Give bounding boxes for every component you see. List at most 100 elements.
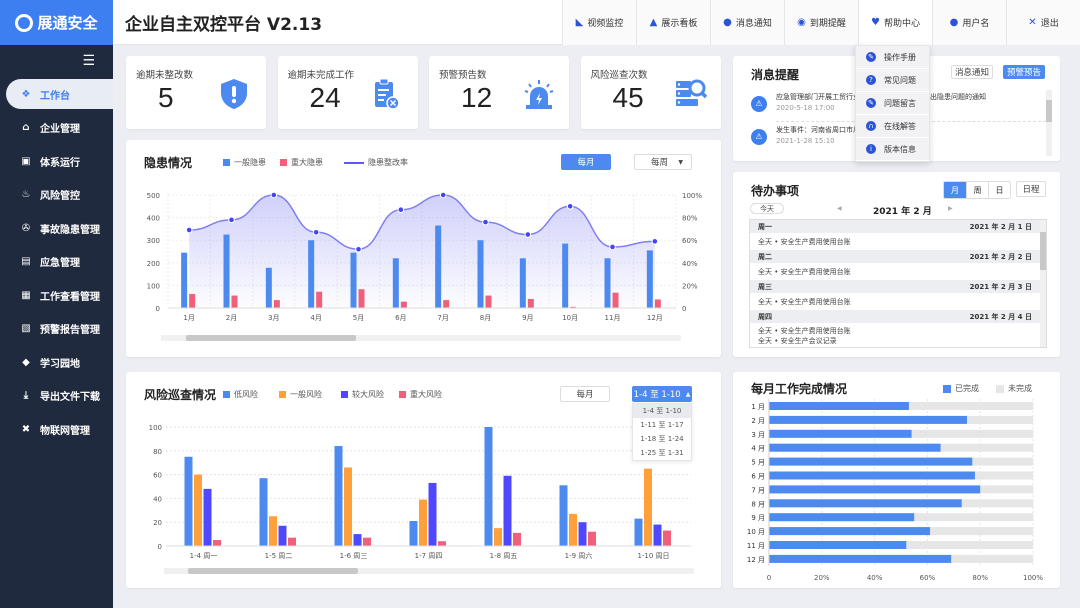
bar-major-risk[interactable] bbox=[513, 532, 521, 546]
scroll-thumb[interactable] bbox=[1039, 232, 1046, 270]
bar-major-risk[interactable] bbox=[663, 530, 671, 546]
sidebar-item-11[interactable]: ✖ 物联网管理 bbox=[0, 414, 113, 444]
bar-general-risk[interactable] bbox=[344, 467, 352, 546]
rate-point[interactable] bbox=[439, 191, 447, 199]
bar-low-risk[interactable] bbox=[259, 478, 268, 546]
legend-general-hazard[interactable]: 一般隐患 bbox=[223, 157, 266, 168]
legend-rectification-rate[interactable]: 隐患整改率 bbox=[344, 157, 408, 168]
bar-completed[interactable] bbox=[769, 554, 952, 563]
rate-point[interactable] bbox=[609, 243, 616, 251]
bar-major-hazard[interactable] bbox=[358, 289, 365, 308]
help-menu-item-3[interactable]: ✎ 问题留言 bbox=[856, 92, 929, 115]
bar-general-hazard[interactable] bbox=[265, 267, 272, 308]
agenda-event[interactable]: 全天 • 安全生产费用使用台账 bbox=[758, 237, 851, 247]
bar-completed[interactable] bbox=[769, 402, 909, 410]
bar-general-hazard[interactable] bbox=[435, 225, 442, 308]
bar-completed[interactable] bbox=[769, 429, 912, 438]
bar-general-hazard[interactable] bbox=[350, 252, 357, 308]
monthly-button[interactable]: 每月 bbox=[561, 154, 611, 170]
scroll-thumb[interactable] bbox=[186, 335, 356, 341]
notice-button[interactable]: 消息通知 bbox=[951, 65, 993, 79]
legend-risk-1[interactable]: 低风险 bbox=[223, 389, 258, 400]
bar-low-risk[interactable] bbox=[184, 456, 193, 546]
bar-completed[interactable] bbox=[769, 415, 967, 424]
nav-item-1[interactable]: ◣ 视频监控 bbox=[562, 0, 636, 45]
bar-low-risk[interactable] bbox=[559, 485, 568, 546]
bar-major-risk[interactable] bbox=[588, 531, 596, 546]
monthly-button[interactable]: 每月 bbox=[560, 386, 610, 402]
bar-general-hazard[interactable] bbox=[392, 258, 399, 308]
sidebar-item-10[interactable]: ⤓ 导出文件下载 bbox=[0, 381, 113, 411]
week-range-select[interactable]: 1-4 至 1-10 ▲ bbox=[632, 386, 692, 402]
stat-card-2[interactable]: 逾期未完成工作 24 bbox=[277, 56, 418, 129]
week-range-option[interactable]: 1-11 至 1-17 bbox=[633, 418, 691, 432]
bar-major-hazard[interactable] bbox=[231, 295, 238, 308]
sidebar-item-3[interactable]: ▣ 体系运行 bbox=[0, 146, 113, 176]
scroll-thumb[interactable] bbox=[1046, 100, 1052, 122]
tab-day[interactable]: 日 bbox=[988, 182, 1010, 198]
bar-major-hazard[interactable] bbox=[189, 293, 196, 308]
bar-general-risk[interactable] bbox=[494, 528, 502, 546]
tab-month[interactable]: 月 bbox=[944, 182, 966, 198]
agenda-event[interactable]: 全天 • 安全生产会议记录 bbox=[758, 336, 837, 346]
bar-completed[interactable] bbox=[769, 541, 907, 549]
legend-risk-3[interactable]: 较大风险 bbox=[341, 389, 384, 400]
bar-completed[interactable] bbox=[769, 513, 915, 522]
bar-general-risk[interactable] bbox=[569, 513, 577, 546]
sidebar-item-8[interactable]: ▧ 预警报告管理 bbox=[0, 314, 113, 344]
help-menu-item-1[interactable]: ✎ 操作手册 bbox=[856, 46, 929, 69]
agenda-scrollbar[interactable] bbox=[1039, 220, 1046, 347]
nav-item-6[interactable]: ● 用户名 bbox=[932, 0, 1006, 45]
bar-completed[interactable] bbox=[769, 527, 931, 536]
bar-low-risk[interactable] bbox=[634, 518, 643, 546]
sidebar-item-6[interactable]: ▤ 应急管理 bbox=[0, 247, 113, 277]
bar-major-hazard[interactable] bbox=[316, 291, 323, 308]
bar-major-hazard[interactable] bbox=[527, 298, 534, 308]
rate-point[interactable] bbox=[566, 203, 574, 210]
prev-month-icon[interactable]: ◀ bbox=[837, 205, 842, 212]
bar-high-risk[interactable] bbox=[653, 524, 662, 546]
sidebar-item-5[interactable]: ✇ 事故隐患管理 bbox=[0, 213, 113, 243]
sidebar-item-4[interactable]: ♨ 风险管控 bbox=[0, 180, 113, 210]
week-range-option[interactable]: 1-4 至 1-10 bbox=[633, 404, 691, 418]
legend-risk-2[interactable]: 一般风险 bbox=[279, 389, 322, 400]
agenda-event[interactable]: 全天 • 安全生产费用使用台账 bbox=[758, 297, 851, 307]
sidebar-item-9[interactable]: ◆ 学习园地 bbox=[0, 347, 113, 377]
bar-high-risk[interactable] bbox=[503, 475, 512, 546]
bar-completed[interactable] bbox=[769, 499, 962, 508]
bar-completed[interactable] bbox=[769, 457, 973, 466]
bar-major-hazard[interactable] bbox=[273, 300, 280, 308]
rate-point[interactable] bbox=[397, 206, 405, 213]
bar-general-hazard[interactable] bbox=[477, 240, 484, 308]
bar-completed[interactable] bbox=[769, 471, 975, 480]
messages-scrollbar[interactable] bbox=[1046, 90, 1052, 156]
nav-item-2[interactable]: ▲ 展示看板 bbox=[636, 0, 710, 45]
stat-card-4[interactable]: 风险巡查次数 45 bbox=[580, 56, 721, 129]
bar-general-hazard[interactable] bbox=[181, 252, 188, 308]
nav-item-4[interactable]: ◉ 到期提醒 bbox=[784, 0, 858, 45]
stat-card-1[interactable]: 逾期未整改数 5 bbox=[126, 56, 266, 129]
agenda-event[interactable]: 全天 • 安全生产费用使用台账 bbox=[758, 326, 851, 336]
bar-major-risk[interactable] bbox=[288, 537, 296, 546]
stat-card-3[interactable]: 预警预告数 12 bbox=[429, 56, 569, 129]
bar-major-hazard[interactable] bbox=[654, 299, 661, 308]
bar-general-hazard[interactable] bbox=[223, 234, 230, 308]
bar-high-risk[interactable] bbox=[428, 482, 437, 546]
sidebar-item-1[interactable]: ❖ 工作台 bbox=[6, 79, 113, 109]
bar-general-hazard[interactable] bbox=[604, 258, 611, 308]
legend-completed[interactable]: 已完成 bbox=[943, 383, 979, 394]
menu-toggle-icon[interactable]: ☰ bbox=[82, 53, 95, 69]
rate-point[interactable] bbox=[524, 231, 532, 238]
rate-point[interactable] bbox=[185, 226, 193, 234]
schedule-button[interactable]: 日程 bbox=[1016, 181, 1046, 197]
sidebar-item-7[interactable]: ▦ 工作查看管理 bbox=[0, 280, 113, 310]
nav-item-3[interactable]: ● 消息通知 bbox=[710, 0, 784, 45]
rate-point[interactable] bbox=[270, 191, 278, 199]
bar-low-risk[interactable] bbox=[409, 521, 418, 546]
bar-major-hazard[interactable] bbox=[612, 292, 619, 308]
bar-completed[interactable] bbox=[769, 443, 941, 452]
bar-completed[interactable] bbox=[769, 485, 981, 494]
help-menu-item-2[interactable]: ? 常见问题 bbox=[856, 69, 929, 92]
bar-major-risk[interactable] bbox=[363, 537, 371, 546]
bar-general-risk[interactable] bbox=[644, 468, 652, 546]
